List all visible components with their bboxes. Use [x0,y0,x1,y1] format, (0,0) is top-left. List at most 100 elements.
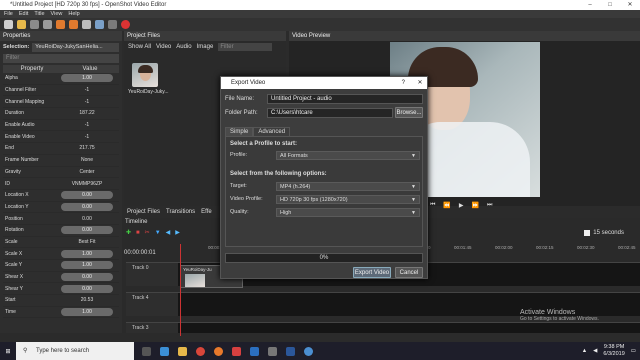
dialog-close-icon[interactable]: ✕ [413,77,427,89]
property-row[interactable]: Gravity Center [3,167,119,179]
property-value[interactable]: -1 [55,134,119,140]
property-value[interactable]: -1 [55,99,119,105]
taskbar-search-input[interactable]: ⚲ Type here to search [16,342,134,360]
property-value[interactable]: 217.75 [55,145,119,151]
property-row[interactable]: Start 20.53 [3,295,119,307]
firefox-icon[interactable] [214,346,223,356]
video-profile-dropdown[interactable]: HD 720p 30 fps (1280x720) ▼ [276,195,420,204]
explorer-icon[interactable] [178,346,187,356]
file-name-input[interactable]: Untitled Project - audio [267,94,423,104]
property-row[interactable]: Scale X 1.00 [3,248,119,260]
selection-dropdown[interactable]: YeuRoiDay-JukySanHelia... [32,42,119,52]
undo-icon[interactable] [56,20,65,29]
property-value[interactable]: Center [55,169,119,175]
property-row[interactable]: Scale Y 1.00 [3,260,119,272]
prev-marker-icon[interactable]: ◀ [166,229,171,236]
property-row[interactable]: Channel Filter -1 [3,85,119,97]
property-value[interactable]: 0.00 [61,284,113,293]
property-row[interactable]: Duration 187.22 [3,108,119,120]
save-as-icon[interactable] [43,20,52,29]
tab-project-files[interactable]: Project Files [127,209,160,215]
media-icon[interactable] [232,346,241,356]
edge-icon[interactable] [160,346,169,356]
property-row[interactable]: Position 0.00 [3,213,119,225]
property-row[interactable]: Scale Best Fit [3,237,119,249]
property-row[interactable]: Location Y 0.00 [3,202,119,214]
property-row[interactable]: Shear X 0.00 [3,272,119,284]
razor-icon[interactable]: ✂ [145,229,150,236]
property-row[interactable]: Location X 0.00 [3,190,119,202]
volume-icon[interactable]: ◀ [593,348,597,354]
playhead[interactable] [180,244,181,336]
browse-button[interactable]: Browse... [395,107,423,118]
quality-dropdown[interactable]: High ▼ [276,208,420,217]
notifications-icon[interactable]: ▭ [631,348,636,354]
property-value[interactable]: 1.00 [61,261,113,270]
property-value[interactable]: 187.22 [55,110,119,116]
tab-effects[interactable]: Effe [201,209,212,215]
property-value[interactable]: -1 [55,122,119,128]
play-icon[interactable]: ▶ [459,202,464,209]
import-files-icon[interactable] [82,20,91,29]
property-row[interactable]: Frame Number None [3,155,119,167]
property-value[interactable]: -1 [55,87,119,93]
new-project-icon[interactable] [4,20,13,29]
property-value[interactable]: 1.00 [61,74,113,83]
project-files-filter-input[interactable]: Filter [218,43,273,51]
next-marker-icon[interactable]: ▶ [175,229,180,236]
export-video-icon[interactable] [121,20,130,29]
minimize-button[interactable]: – [580,0,600,10]
property-row[interactable]: Channel Mapping -1 [3,96,119,109]
save-project-icon[interactable] [30,20,39,29]
property-value[interactable]: 0.00 [61,191,113,200]
menu-item-help[interactable]: Help [68,10,79,18]
property-value[interactable]: 0.00 [61,273,113,282]
profile-dropdown[interactable]: All Formats ▼ [276,151,420,160]
chrome-icon[interactable] [196,346,205,356]
menu-item-file[interactable]: File [4,10,13,18]
menu-item-title[interactable]: Title [34,10,44,18]
property-value[interactable]: 20.53 [55,297,119,303]
rewind-icon[interactable]: ⏪ [443,202,450,209]
app-icon[interactable] [268,346,277,356]
marker-icon[interactable]: ▼ [155,230,161,236]
fullscreen-icon[interactable] [108,20,117,29]
property-row[interactable]: Alpha 1.00 [3,73,119,85]
property-row[interactable]: Rotation 0.00 [3,225,119,237]
property-value[interactable]: 0.00 [61,202,113,211]
property-value[interactable]: 0.00 [61,226,113,235]
jump-start-icon[interactable]: ⏮ [430,202,435,209]
cancel-button[interactable]: Cancel [395,267,423,278]
property-value[interactable]: None [55,157,119,163]
redo-icon[interactable] [69,20,78,29]
maximize-button[interactable]: □ [600,0,620,10]
property-row[interactable]: Time 1.00 [3,307,119,319]
task-view-icon[interactable] [142,346,151,356]
close-button[interactable]: ✕ [620,0,640,10]
properties-filter-input[interactable]: Filter [3,54,119,63]
add-track-icon[interactable]: ✚ [126,229,131,236]
snap-icon[interactable]: ■ [136,230,140,236]
tab-video[interactable]: Video [156,44,171,50]
property-row[interactable]: ID VNMMP96ZP [3,178,119,190]
file-thumbnail[interactable] [132,63,158,87]
property-row[interactable]: Shear Y 0.00 [3,283,119,296]
jump-end-icon[interactable]: ⏭ [487,202,492,209]
export-video-button[interactable]: Export Video [353,267,391,278]
tab-show-all[interactable]: Show All [128,44,151,50]
tab-transitions[interactable]: Transitions [166,209,195,215]
property-row[interactable]: End 217.75 [3,143,119,155]
target-dropdown[interactable]: MP4 (h.264) ▼ [276,182,420,191]
track-row[interactable]: Track 3 [126,322,640,333]
open-project-icon[interactable] [17,20,26,29]
profile-icon[interactable] [95,20,104,29]
property-value[interactable]: 1.00 [61,308,113,317]
word-icon[interactable] [286,346,295,356]
property-value[interactable]: VNMMP96ZP [55,181,119,187]
network-icon[interactable]: ▲ [582,348,587,354]
tab-audio[interactable]: Audio [176,44,191,50]
property-row[interactable]: Enable Audio -1 [3,120,119,132]
folder-path-input[interactable]: C:\Users\htcare [267,107,393,118]
start-button[interactable]: ⊞ [0,342,16,360]
property-value[interactable]: Best Fit [55,239,119,245]
